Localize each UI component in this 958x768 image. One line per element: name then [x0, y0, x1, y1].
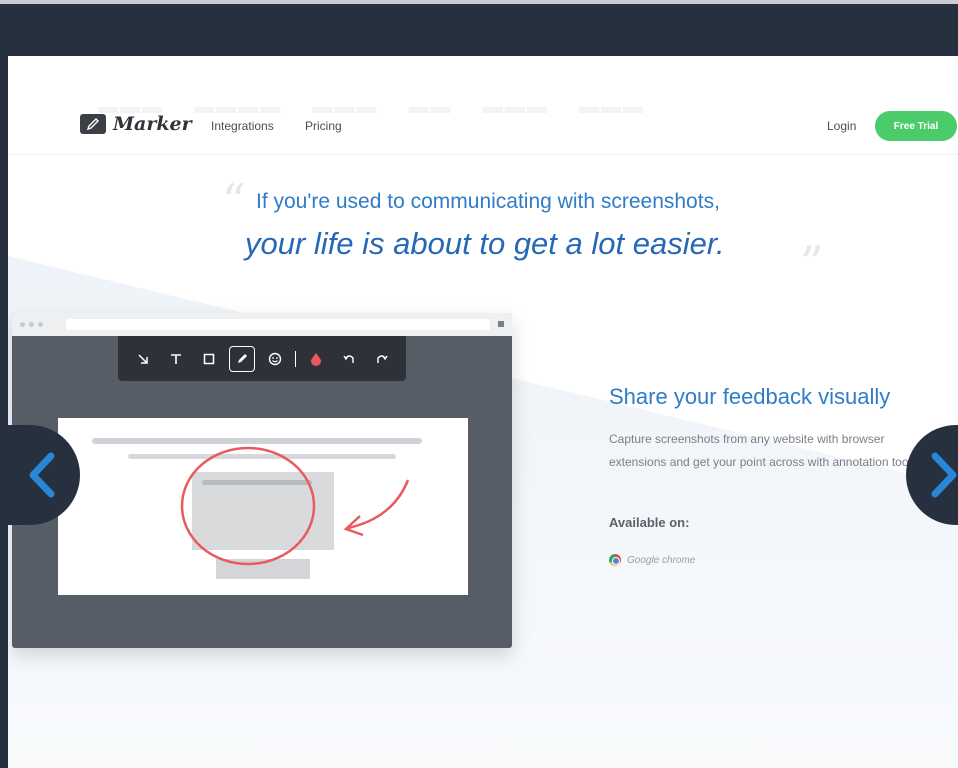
hero-headline-line2: your life is about to get a lot easier.: [245, 226, 725, 261]
free-trial-button[interactable]: Free Trial: [875, 111, 957, 141]
browser-address-bar: [66, 319, 490, 330]
feature-title: Share your feedback visually: [609, 384, 891, 409]
close-quote-icon: ”: [800, 236, 824, 290]
window-top-bar: [0, 0, 958, 56]
chrome-label: Google chrome: [627, 554, 696, 566]
undo-icon[interactable]: [336, 346, 362, 372]
annotated-screenshot-illustration: [92, 438, 422, 579]
nav-integrations[interactable]: Integrations: [211, 119, 274, 133]
rectangle-icon[interactable]: [196, 346, 222, 372]
landing-page: ▬▬▬ ▬▬▬▬ ▬▬▬ ▬▬ ▬▬▬ ▬▬▬ Marker Integrati…: [8, 56, 958, 768]
open-quote-icon: “: [222, 174, 246, 228]
browser-extension-icon: [498, 321, 504, 327]
login-link[interactable]: Login: [827, 119, 856, 133]
annotation-toolbar: [118, 336, 406, 381]
arrow-icon[interactable]: [130, 346, 156, 372]
chrome-icon: [609, 554, 621, 566]
browser-title-bar: [12, 313, 512, 336]
chevron-right-icon: [931, 452, 957, 498]
toolbar-separator: [295, 350, 296, 367]
hero-headline-line1: If you're used to communicating with scr…: [256, 190, 720, 213]
site-header: Marker Integrations Pricing Login Free T…: [8, 96, 958, 156]
marker-logo[interactable]: Marker: [80, 110, 192, 138]
redo-icon[interactable]: [369, 346, 395, 372]
window-dot-icon: [29, 322, 34, 327]
text-icon[interactable]: [163, 346, 189, 372]
nav-pricing[interactable]: Pricing: [305, 119, 342, 133]
window-dot-icon: [38, 322, 43, 327]
color-icon[interactable]: [303, 346, 329, 372]
available-on-label: Available on:: [609, 515, 690, 530]
logo-text: Marker: [113, 113, 192, 135]
header-divider: [8, 154, 958, 155]
screenshot-canvas: [58, 418, 468, 595]
window-left-edge: [0, 56, 8, 768]
chrome-extension-link[interactable]: Google chrome: [609, 554, 695, 566]
pen-icon[interactable]: [229, 345, 255, 372]
marker-pen-icon: [80, 114, 106, 134]
chevron-left-icon: [29, 452, 55, 498]
window-dot-icon: [20, 322, 25, 327]
emoji-icon[interactable]: [262, 346, 288, 372]
feature-description: Capture screenshots from any website wit…: [609, 432, 921, 469]
